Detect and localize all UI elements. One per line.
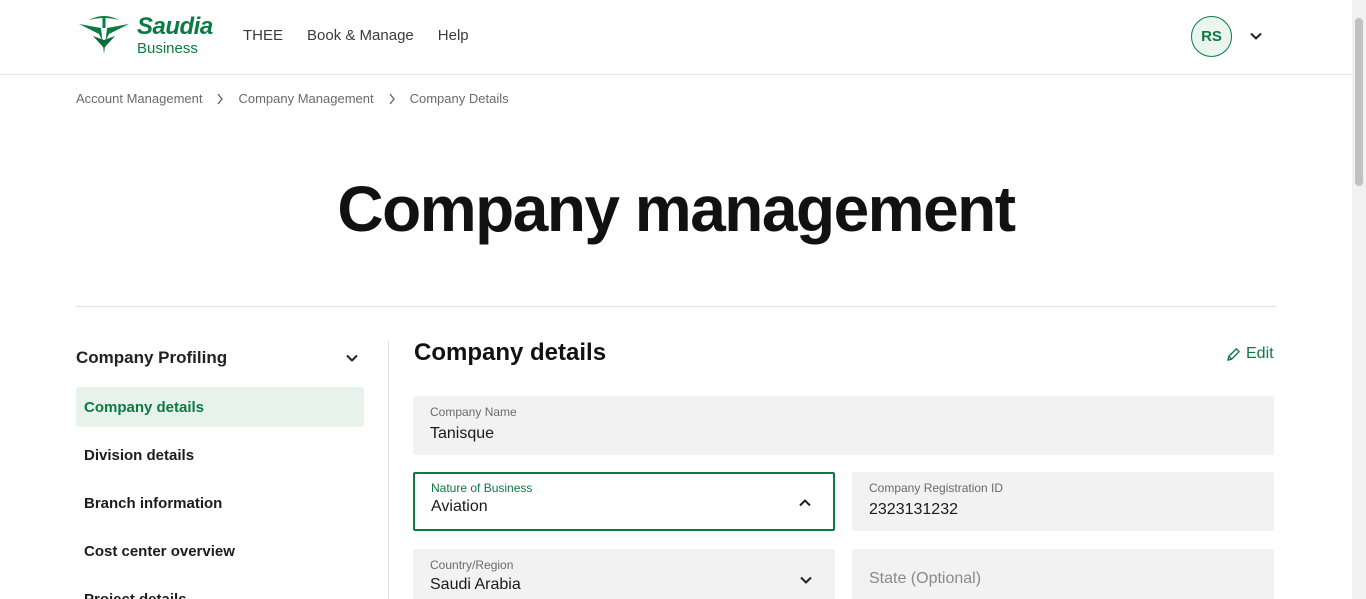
nature-of-business-select[interactable]: Nature of Business Aviation	[413, 472, 835, 531]
registration-id-label: Company Registration ID	[869, 481, 1004, 495]
brand-sub: Business	[137, 39, 198, 57]
chevron-up-icon[interactable]	[798, 496, 812, 510]
edit-button[interactable]: Edit	[1226, 345, 1274, 363]
state-field[interactable]: State (Optional)	[852, 549, 1274, 599]
nature-of-business-label: Nature of Business	[431, 481, 533, 495]
chevron-down-icon[interactable]	[1248, 28, 1264, 44]
sidebar-list: Company details Division details Branch …	[76, 387, 364, 599]
breadcrumb: Account Management Company Management Co…	[76, 91, 509, 106]
company-name-value: Tanisque	[430, 425, 495, 442]
chevron-right-icon	[217, 93, 224, 104]
chevron-down-icon[interactable]	[799, 573, 813, 587]
registration-id-field[interactable]: Company Registration ID 2323131232	[852, 472, 1274, 531]
page-scrollbar[interactable]	[1352, 0, 1366, 599]
chevron-right-icon	[389, 93, 395, 104]
vertical-divider	[388, 340, 389, 599]
sidebar-section-toggle[interactable]: Company Profiling	[76, 348, 364, 368]
registration-id-value: 2323131232	[869, 501, 958, 518]
nav-help[interactable]: Help	[438, 27, 469, 44]
viewport: Saudia Business THEE Book & Manage Help …	[0, 0, 1366, 599]
sidebar-item-company-details[interactable]: Company details	[76, 387, 364, 427]
brand-name: Saudia	[137, 12, 213, 40]
state-placeholder: State (Optional)	[869, 570, 982, 587]
company-name-label: Company Name	[430, 405, 517, 419]
section-title: Company details	[414, 339, 607, 366]
page-title: Company management	[337, 173, 1016, 245]
top-header: Saudia Business THEE Book & Manage Help …	[0, 0, 1352, 75]
edit-label: Edit	[1246, 345, 1274, 362]
pencil-icon	[1227, 347, 1240, 361]
nav-book-manage[interactable]: Book & Manage	[307, 27, 414, 44]
saudia-business-logo[interactable]: Saudia Business	[75, 13, 215, 57]
country-region-select[interactable]: Country/Region Saudi Arabia	[413, 549, 835, 599]
breadcrumb-company-details: Company Details	[409, 91, 509, 106]
sidebar-heading: Company Profiling	[76, 348, 228, 367]
chevron-down-icon	[346, 354, 358, 362]
nature-of-business-value: Aviation	[431, 498, 488, 515]
country-region-value: Saudi Arabia	[430, 576, 521, 593]
company-name-field[interactable]: Company Name Tanisque	[413, 396, 1274, 455]
divider	[76, 306, 1276, 307]
saudia-emblem-icon	[79, 16, 129, 54]
sidebar-item-project-details[interactable]: Project details	[76, 579, 364, 599]
breadcrumb-account-management[interactable]: Account Management	[76, 91, 202, 106]
sidebar-item-branch-information[interactable]: Branch information	[76, 483, 364, 523]
sidebar-item-division-details[interactable]: Division details	[76, 435, 364, 475]
main-nav: THEE Book & Manage Help	[243, 27, 469, 44]
scrollbar-thumb[interactable]	[1355, 18, 1363, 186]
breadcrumb-company-management[interactable]: Company Management	[238, 91, 373, 106]
nav-thee[interactable]: THEE	[243, 27, 283, 44]
country-region-label: Country/Region	[430, 558, 514, 572]
user-avatar[interactable]: RS	[1191, 16, 1232, 57]
sidebar-item-cost-center-overview[interactable]: Cost center overview	[76, 531, 364, 571]
